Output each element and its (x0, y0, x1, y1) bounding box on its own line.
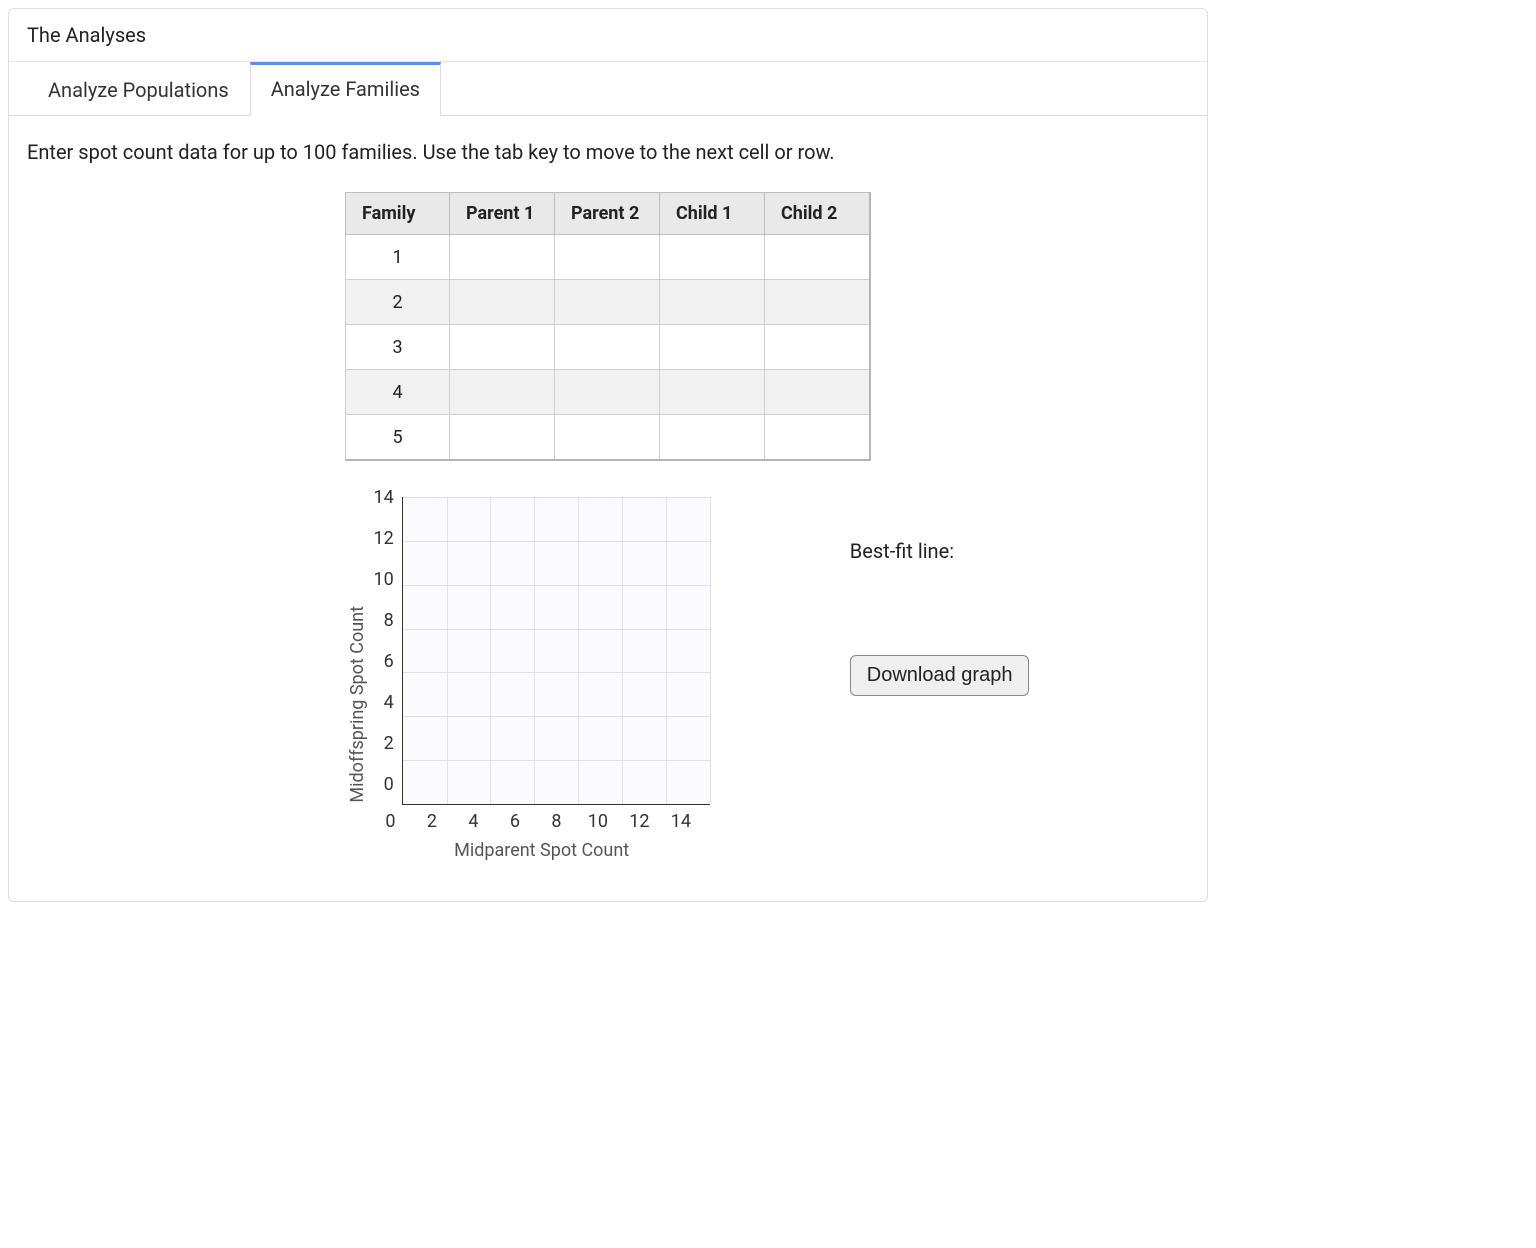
y-tick: 6 (374, 651, 394, 672)
y-tick: 10 (374, 569, 394, 590)
child1-input[interactable] (660, 370, 764, 414)
x-tick: 4 (453, 811, 495, 832)
child2-input[interactable] (765, 325, 869, 369)
col-header-child1: Child 1 (660, 193, 765, 235)
child2-input[interactable] (765, 235, 869, 279)
parent1-input[interactable] (450, 370, 554, 414)
y-axis-ticks: 14 12 10 8 6 4 2 0 (374, 487, 402, 795)
child1-input[interactable] (660, 280, 764, 324)
y-tick: 4 (374, 692, 394, 713)
parent2-input[interactable] (555, 235, 659, 279)
child1-input[interactable] (660, 415, 764, 459)
tab-analyze-families[interactable]: Analyze Families (250, 62, 441, 116)
col-header-family: Family (346, 193, 450, 235)
y-axis-label: Midoffspring Spot Count (347, 556, 368, 803)
col-header-child2: Child 2 (765, 193, 871, 235)
x-tick: 0 (370, 811, 412, 832)
scatter-chart: Midoffspring Spot Count 14 12 10 8 6 4 2… (347, 497, 710, 861)
parent1-input[interactable] (450, 325, 554, 369)
y-tick: 14 (374, 487, 394, 508)
y-tick: 12 (374, 528, 394, 549)
child1-input[interactable] (660, 325, 764, 369)
col-header-parent1: Parent 1 (450, 193, 555, 235)
parent2-input[interactable] (555, 325, 659, 369)
x-tick: 8 (536, 811, 578, 832)
best-fit-label: Best-fit line: (850, 539, 1030, 563)
parent2-input[interactable] (555, 370, 659, 414)
y-tick: 0 (374, 774, 394, 795)
table-row: 1 (346, 235, 871, 280)
table-row: 5 (346, 415, 871, 461)
family-number: 5 (346, 415, 450, 461)
family-number: 2 (346, 280, 450, 325)
analyses-panel: The Analyses Analyze Populations Analyze… (8, 8, 1208, 902)
families-table: Family Parent 1 Parent 2 Child 1 Child 2… (345, 192, 871, 461)
table-row: 4 (346, 370, 871, 415)
parent1-input[interactable] (450, 415, 554, 459)
x-tick: 6 (494, 811, 536, 832)
table-row: 2 (346, 280, 871, 325)
parent1-input[interactable] (450, 235, 554, 279)
parent1-input[interactable] (450, 280, 554, 324)
x-tick: 10 (577, 811, 619, 832)
parent2-input[interactable] (555, 415, 659, 459)
table-row: 3 (346, 325, 871, 370)
family-number: 1 (346, 235, 450, 280)
family-number: 3 (346, 325, 450, 370)
plot-area (402, 497, 710, 805)
child1-input[interactable] (660, 235, 764, 279)
family-number: 4 (346, 370, 450, 415)
x-axis-label: Midparent Spot Count (454, 840, 629, 861)
x-tick: 14 (660, 811, 702, 832)
tab-content: Enter spot count data for up to 100 fami… (9, 116, 1207, 861)
panel-title: The Analyses (9, 9, 1207, 62)
tab-bar: Analyze Populations Analyze Families (9, 61, 1207, 116)
y-tick: 8 (374, 610, 394, 631)
y-tick: 2 (374, 733, 394, 754)
x-tick: 2 (411, 811, 453, 832)
download-graph-button[interactable]: Download graph (850, 655, 1030, 696)
instructions-text: Enter spot count data for up to 100 fami… (27, 140, 1189, 164)
tab-analyze-populations[interactable]: Analyze Populations (27, 65, 250, 116)
child2-input[interactable] (765, 370, 869, 414)
parent2-input[interactable] (555, 280, 659, 324)
col-header-parent2: Parent 2 (555, 193, 660, 235)
x-tick: 12 (619, 811, 661, 832)
x-axis-ticks: 0 2 4 6 8 10 12 14 (370, 811, 702, 832)
child2-input[interactable] (765, 280, 869, 324)
child2-input[interactable] (765, 415, 869, 459)
lower-section: Midoffspring Spot Count 14 12 10 8 6 4 2… (27, 497, 1189, 861)
chart-side-panel: Best-fit line: Download graph (850, 497, 1030, 696)
